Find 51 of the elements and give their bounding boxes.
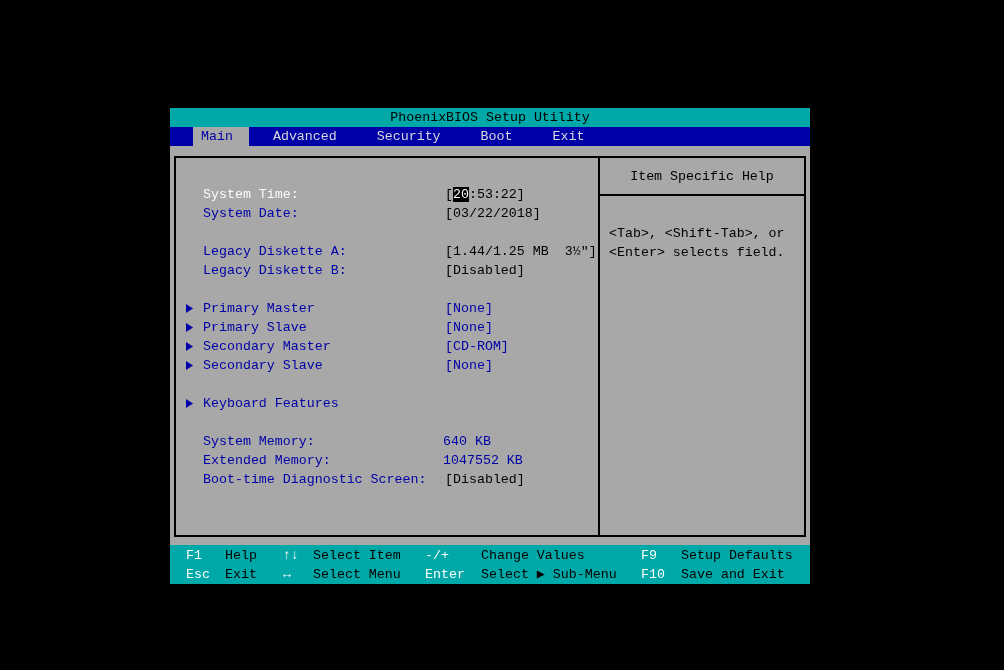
setting-value[interactable]: [1.44/1.25 MB 3½"] [445, 242, 597, 261]
setting-value[interactable]: [20:53:22] [445, 185, 525, 204]
setting-label[interactable]: Primary Slave [203, 318, 445, 337]
setting-value[interactable]: [Disabled] [445, 470, 525, 489]
key-label: Esc [186, 567, 210, 582]
submenu-arrow-icon [186, 323, 193, 332]
key-label: F1 [186, 548, 202, 563]
setting-label[interactable]: Boot-time Diagnostic Screen: [203, 470, 445, 489]
setting-label[interactable]: Secondary Slave [203, 356, 445, 375]
setting-label[interactable]: Secondary Master [203, 337, 445, 356]
menu-tab[interactable]: Exit [544, 127, 601, 146]
submenu-arrow-icon [186, 399, 193, 408]
help-heading: Item Specific Help [630, 167, 774, 186]
window-title: PhoenixBIOS Setup Utility [390, 110, 590, 125]
menu-tab[interactable]: Security [368, 127, 457, 146]
setting-value[interactable]: [None] [445, 356, 493, 375]
setting-label[interactable]: Extended Memory: [203, 451, 445, 470]
key-action: Save and Exit [681, 567, 785, 582]
setting-label[interactable]: System Date: [203, 204, 445, 223]
setting-label[interactable]: Primary Master [203, 299, 445, 318]
setting-label[interactable]: Legacy Diskette A: [203, 242, 445, 261]
key-action: Setup Defaults [681, 548, 793, 563]
submenu-arrow-icon [186, 361, 193, 370]
setting-value: 640 KB [443, 433, 491, 451]
key-action: Exit [225, 567, 257, 582]
setting-value[interactable]: [CD-ROM] [445, 337, 509, 356]
key-label: ↑↓ [283, 548, 299, 563]
setting-label[interactable]: Keyboard Features [203, 394, 445, 413]
key-action: Select Item [313, 548, 401, 563]
key-action: Help [225, 548, 257, 563]
setting-label[interactable]: Legacy Diskette B: [203, 261, 445, 280]
menu-tab[interactable]: Main [193, 127, 249, 146]
help-text: <Tab>, <Shift-Tab>, or <Enter> selects field. [609, 225, 786, 262]
setting-value: 1047552 KB [443, 452, 523, 470]
menu-tab[interactable]: Advanced [264, 127, 353, 146]
key-label: F9 [641, 548, 657, 563]
setting-value[interactable]: [None] [445, 299, 493, 318]
setting-value[interactable]: [None] [445, 318, 493, 337]
setting-value[interactable]: [03/22/2018] [445, 204, 541, 223]
key-action: Select Menu [313, 567, 401, 582]
setting-value[interactable]: [Disabled] [445, 261, 525, 280]
submenu-arrow-icon [186, 342, 193, 351]
key-action: Select ▶ Sub-Menu [481, 567, 617, 582]
submenu-arrow-icon [186, 304, 193, 313]
key-label: ↔ [283, 567, 291, 582]
menu-tab[interactable]: Boot [472, 127, 529, 146]
key-label: F10 [641, 567, 665, 582]
key-label: -/+ [425, 548, 449, 563]
key-label: Enter [425, 567, 465, 582]
setting-label[interactable]: System Memory: [203, 432, 445, 451]
key-action: Change Values [481, 548, 585, 563]
